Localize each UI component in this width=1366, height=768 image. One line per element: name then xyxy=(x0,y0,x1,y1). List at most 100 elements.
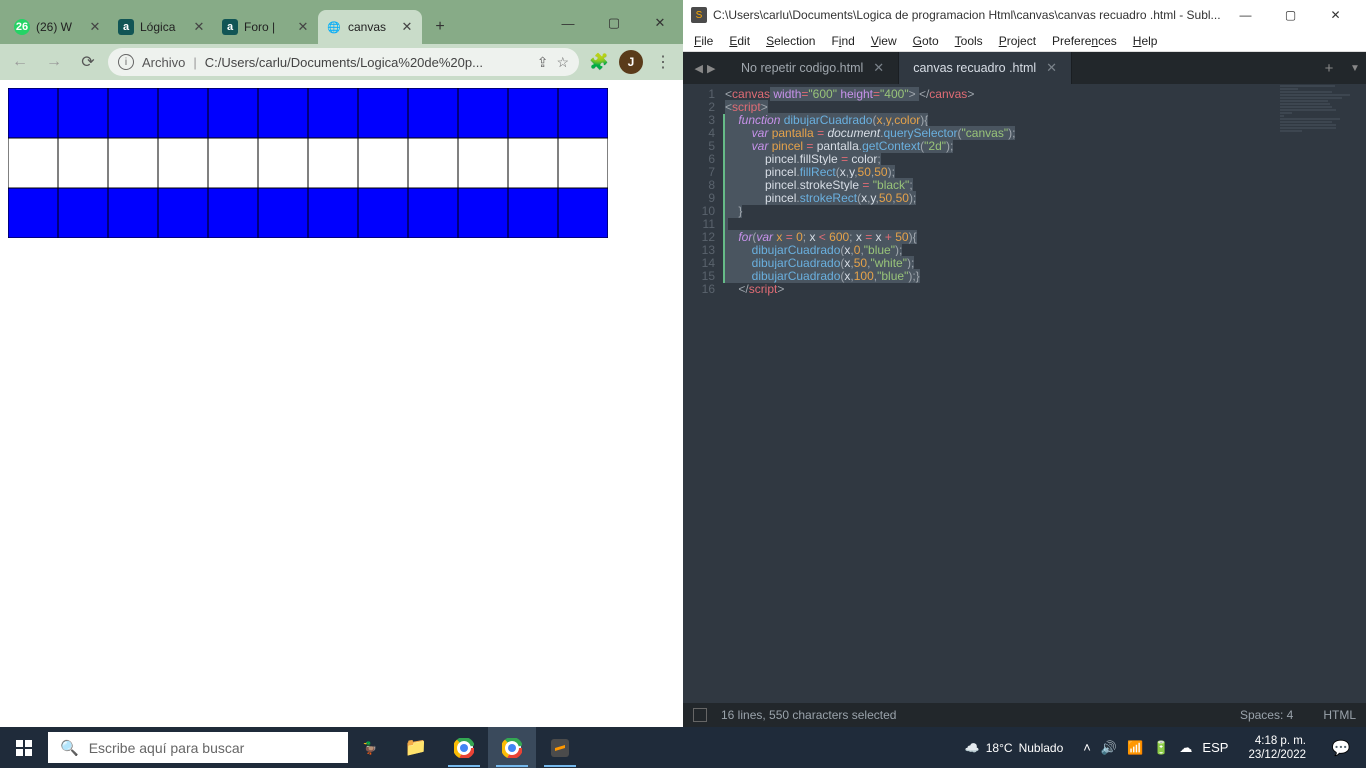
alura-icon: a xyxy=(118,19,134,35)
date-text: 23/12/2022 xyxy=(1248,748,1306,762)
minimize-button[interactable]: — xyxy=(1223,1,1268,29)
weather-text: Nublado xyxy=(1019,741,1064,755)
tab-label: Foro | xyxy=(244,20,290,34)
taskbar-search[interactable]: 🔍 Escribe aquí para buscar xyxy=(48,732,348,763)
chrome-canary-icon[interactable] xyxy=(488,727,536,768)
new-tab-button[interactable]: + xyxy=(426,13,454,41)
status-bar: 16 lines, 550 characters selected Spaces… xyxy=(683,703,1366,727)
url-text: C:/Users/carlu/Documents/Logica%20de%20p… xyxy=(205,55,529,70)
chrome-tabs: 26 (26) W ✕ a Lógica ✕ a Foro | ✕ 🌐 canv… xyxy=(0,6,545,44)
sublime-icon[interactable] xyxy=(536,727,584,768)
share-icon[interactable]: ⇪ xyxy=(537,54,549,71)
info-icon[interactable]: i xyxy=(118,54,134,70)
menu-goto[interactable]: Goto xyxy=(906,32,946,50)
chrome-toolbar: ← → ⟳ i Archivo | C:/Users/carlu/Documen… xyxy=(0,44,683,80)
line-numbers: 12345678910111213141516 xyxy=(683,84,723,703)
start-button[interactable] xyxy=(0,727,48,768)
file-tab-canvas-recuadro[interactable]: canvas recuadro .html ✕ xyxy=(899,52,1072,84)
globe-icon: 🌐 xyxy=(326,19,342,35)
wifi-icon[interactable]: 📶 xyxy=(1127,740,1143,756)
profile-avatar[interactable]: J xyxy=(619,50,643,74)
file-tab-no-repetir[interactable]: No repetir codigo.html ✕ xyxy=(727,52,899,84)
tab-dropdown-icon[interactable]: ▼ xyxy=(1344,52,1366,84)
menu-edit[interactable]: Edit xyxy=(722,32,757,50)
system-tray: ˄ 🔊 📶 🔋 ☁ ESP xyxy=(1077,740,1234,756)
chrome-icon[interactable] xyxy=(440,727,488,768)
tab-foro[interactable]: a Foro | ✕ xyxy=(214,10,318,44)
tab-logica[interactable]: a Lógica ✕ xyxy=(110,10,214,44)
file-explorer-icon[interactable]: 📁 xyxy=(392,727,440,768)
menu-selection[interactable]: Selection xyxy=(759,32,822,50)
tab-canvas[interactable]: 🌐 canvas ✕ xyxy=(318,10,422,44)
window-title: C:\Users\carlu\Documents\Logica de progr… xyxy=(713,8,1223,22)
time-text: 4:18 p. m. xyxy=(1248,734,1306,748)
selection-status: 16 lines, 550 characters selected xyxy=(721,708,896,722)
close-icon[interactable]: ✕ xyxy=(873,60,884,76)
forward-button[interactable]: → xyxy=(40,48,68,76)
taskbar-clock[interactable]: 4:18 p. m. 23/12/2022 xyxy=(1240,734,1314,762)
menu-file[interactable]: File xyxy=(687,32,720,50)
battery-icon[interactable]: 🔋 xyxy=(1153,740,1169,756)
minimap[interactable] xyxy=(1276,84,1366,204)
menu-tools[interactable]: Tools xyxy=(948,32,990,50)
syntax-status[interactable]: HTML xyxy=(1323,708,1356,722)
close-icon[interactable]: ✕ xyxy=(1046,60,1057,76)
menu-icon[interactable]: ⋮ xyxy=(649,48,677,76)
close-button[interactable]: ✕ xyxy=(1313,1,1358,29)
editor-area[interactable]: 12345678910111213141516 <canvas width="6… xyxy=(683,84,1366,703)
menu-preferences[interactable]: Preferences xyxy=(1045,32,1124,50)
close-icon[interactable]: ✕ xyxy=(296,19,310,35)
cortana-button[interactable]: 🦆 xyxy=(348,741,392,755)
system-tray-area: ☁️ 18°C Nublado ˄ 🔊 📶 🔋 ☁ ESP 4:18 p. m.… xyxy=(957,734,1366,762)
search-icon: 🔍 xyxy=(60,739,79,757)
close-icon[interactable]: ✕ xyxy=(192,19,206,35)
panel-toggle-icon[interactable] xyxy=(693,708,707,722)
notifications-icon[interactable]: 💬 xyxy=(1320,739,1362,757)
onedrive-icon[interactable]: ☁ xyxy=(1179,740,1192,756)
reload-button[interactable]: ⟳ xyxy=(74,48,102,76)
windows-taskbar: 🔍 Escribe aquí para buscar 🦆 📁 ☁️ 18°C N… xyxy=(0,727,1366,768)
extensions-icon[interactable]: 🧩 xyxy=(585,48,613,76)
close-button[interactable]: ✕ xyxy=(637,8,683,38)
menu-find[interactable]: Find xyxy=(824,32,861,50)
back-button[interactable]: ← xyxy=(6,48,34,76)
tab-bar: ◀▶ No repetir codigo.html ✕ canvas recua… xyxy=(683,52,1366,84)
maximize-button[interactable]: ▢ xyxy=(591,8,637,38)
weather-icon: ☁️ xyxy=(965,741,980,755)
chrome-titlebar: 26 (26) W ✕ a Lógica ✕ a Foro | ✕ 🌐 canv… xyxy=(0,0,683,44)
weather-widget[interactable]: ☁️ 18°C Nublado xyxy=(957,741,1071,755)
windows-icon xyxy=(16,740,32,756)
weather-temp: 18°C xyxy=(986,741,1013,755)
language-indicator[interactable]: ESP xyxy=(1202,740,1228,755)
chrome-window-controls: — ▢ ✕ xyxy=(545,8,683,44)
tab-label: (26) W xyxy=(36,20,82,34)
bookmark-icon[interactable]: ☆ xyxy=(556,54,569,71)
address-bar[interactable]: i Archivo | C:/Users/carlu/Documents/Log… xyxy=(108,48,579,76)
new-tab-button[interactable]: + xyxy=(1314,52,1344,84)
tab-label: Lógica xyxy=(140,20,186,34)
tab-label: canvas recuadro .html xyxy=(913,61,1036,75)
canvas-output xyxy=(8,88,608,238)
alura-icon: a xyxy=(222,19,238,35)
whatsapp-icon: 26 xyxy=(14,19,30,35)
menu-project[interactable]: Project xyxy=(992,32,1043,50)
close-icon[interactable]: ✕ xyxy=(88,19,102,35)
minimize-button[interactable]: — xyxy=(545,8,591,38)
tab-whatsapp[interactable]: 26 (26) W ✕ xyxy=(6,10,110,44)
page-content xyxy=(0,80,683,727)
tab-history-nav[interactable]: ◀▶ xyxy=(683,52,727,84)
chrome-browser: 26 (26) W ✕ a Lógica ✕ a Foro | ✕ 🌐 canv… xyxy=(0,0,683,727)
tray-chevron-icon[interactable]: ˄ xyxy=(1083,740,1091,755)
taskbar-apps: 📁 xyxy=(392,727,584,768)
close-icon[interactable]: ✕ xyxy=(400,19,414,35)
tab-label: canvas xyxy=(348,20,394,34)
menu-view[interactable]: View xyxy=(864,32,904,50)
maximize-button[interactable]: ▢ xyxy=(1268,1,1313,29)
search-placeholder: Escribe aquí para buscar xyxy=(89,740,245,756)
volume-icon[interactable]: 🔊 xyxy=(1101,740,1117,756)
indent-status[interactable]: Spaces: 4 xyxy=(1240,708,1293,722)
menu-bar: File Edit Selection Find View Goto Tools… xyxy=(683,30,1366,52)
menu-help[interactable]: Help xyxy=(1126,32,1165,50)
code-content[interactable]: <canvas width="600" height="400"> </canv… xyxy=(723,84,1366,703)
sublime-titlebar[interactable]: S C:\Users\carlu\Documents\Logica de pro… xyxy=(683,0,1366,30)
